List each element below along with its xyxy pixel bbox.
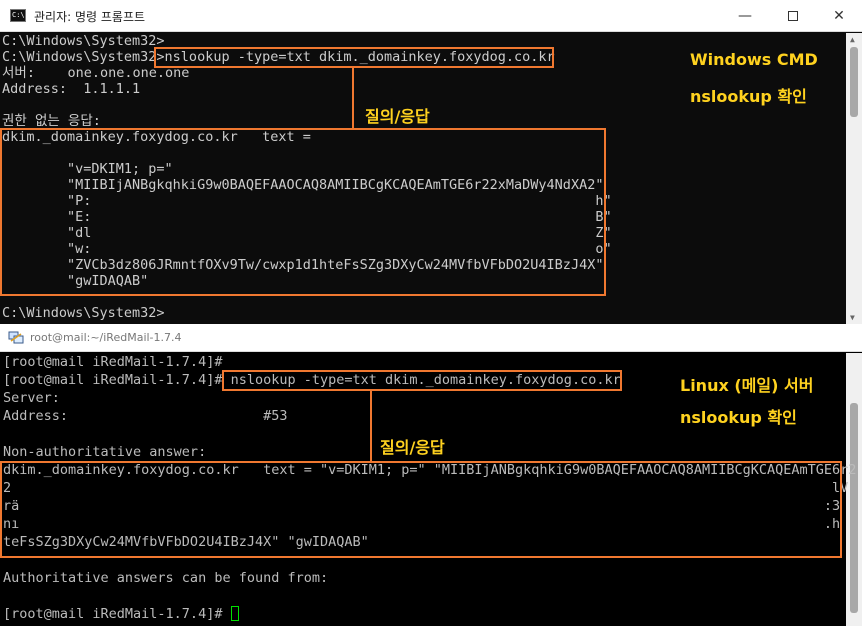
maximize-button[interactable]: [770, 0, 816, 32]
cmd-output-line: 권한 없는 응답:: [2, 113, 101, 129]
putty-window: root@mail:~/iRedMail-1.7.4 [root@mail iR…: [0, 324, 862, 626]
tty-output-line: Non-authoritative answer:: [3, 444, 207, 460]
cmd-connector-line: [352, 68, 354, 129]
putty-titlebar[interactable]: root@mail:~/iRedMail-1.7.4: [0, 324, 862, 352]
putty-app-icon: [8, 331, 24, 344]
cmd-window-title: 관리자: 명령 프롬프트: [34, 10, 146, 24]
tty-output-line: Address: #53: [3, 408, 288, 424]
cmd-scrollbar[interactable]: ▲ ▼: [846, 33, 862, 324]
cmd-command-highlight-box: [154, 47, 554, 68]
cmd-annotation-title: Windows CMD: [690, 50, 818, 69]
close-button[interactable]: ✕: [816, 0, 862, 32]
cmd-annotation-subtitle: nslookup 확인: [690, 87, 807, 106]
tty-prompt-line: [root@mail iRedMail-1.7.4]#: [3, 606, 239, 623]
maximize-icon: [788, 11, 798, 21]
tty-prompt-line: [root@mail iRedMail-1.7.4]#: [3, 354, 223, 370]
tty-response-highlight-box: [0, 461, 842, 558]
cmd-titlebar[interactable]: C:\ 관리자: 명령 프롬프트 — ✕: [0, 0, 862, 32]
putty-scrollbar[interactable]: [846, 353, 862, 626]
cmd-prompt-line: C:\Windows\System32>: [2, 305, 165, 321]
scroll-thumb[interactable]: [850, 47, 858, 117]
tty-command-highlight-box: [222, 370, 622, 391]
putty-window-title: root@mail:~/iRedMail-1.7.4: [30, 331, 182, 344]
cmd-output-line: Address: 1.1.1.1: [2, 81, 141, 97]
tty-prompt-text: [root@mail iRedMail-1.7.4]#: [3, 606, 231, 622]
cmd-response-highlight-box: [0, 128, 606, 296]
tty-connector-line: [370, 391, 372, 461]
scroll-thumb[interactable]: [850, 403, 858, 613]
terminal-cursor[interactable]: [230, 606, 239, 621]
tty-annotation-query: 질의/응답: [380, 438, 445, 457]
scroll-down-icon[interactable]: ▼: [850, 313, 855, 322]
tty-annotation-title: Linux (메일) 서버: [680, 376, 814, 395]
scroll-up-icon[interactable]: ▲: [850, 35, 855, 44]
cmd-annotation-query: 질의/응답: [365, 107, 430, 126]
cmd-app-icon: C:\: [10, 9, 26, 22]
cmd-output-line: C:\Windows\System32>: [2, 33, 165, 49]
tty-output-line: Authoritative answers can be found from:: [3, 570, 329, 586]
minimize-button[interactable]: —: [722, 0, 768, 32]
cmd-window: C:\ 관리자: 명령 프롬프트 — ✕ ▲ ▼ C:\Windows\Syst…: [0, 0, 862, 324]
tty-annotation-subtitle: nslookup 확인: [680, 408, 797, 427]
tty-output-line: Server:: [3, 390, 60, 406]
